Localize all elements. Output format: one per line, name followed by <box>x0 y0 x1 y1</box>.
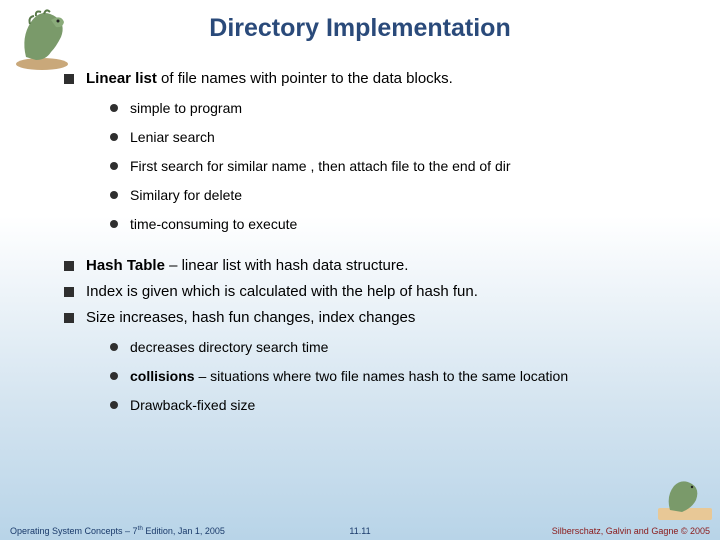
dinosaur-logo-top <box>6 2 78 72</box>
dot-bullet-icon <box>110 162 118 170</box>
subbullet: time-consuming to execute <box>110 215 678 234</box>
slide-title: Directory Implementation <box>0 0 720 69</box>
dot-bullet-icon <box>110 133 118 141</box>
dot-bullet-icon <box>110 372 118 380</box>
subbullet: Leniar search <box>110 128 678 147</box>
square-bullet-icon <box>64 287 74 297</box>
dot-bullet-icon <box>110 343 118 351</box>
square-bullet-icon <box>64 313 74 323</box>
subbullet: Drawback-fixed size <box>110 396 678 415</box>
bullet-size: Size increases, hash fun changes, index … <box>64 308 678 328</box>
bullet-linear-list: Linear list of file names with pointer t… <box>64 69 678 89</box>
slide-footer: Operating System Concepts – 7th Edition,… <box>0 525 720 536</box>
bullet-hash-table: Hash Table – linear list with hash data … <box>64 256 678 276</box>
slide-content: Linear list of file names with pointer t… <box>0 69 720 415</box>
footer-copyright: Silberschatz, Galvin and Gagne © 2005 <box>552 526 710 536</box>
subbullet: Similary for delete <box>110 186 678 205</box>
dot-bullet-icon <box>110 220 118 228</box>
footer-page-number: 11.11 <box>349 526 370 536</box>
dot-bullet-icon <box>110 191 118 199</box>
square-bullet-icon <box>64 261 74 271</box>
subbullet: decreases directory search time <box>110 338 678 357</box>
subbullet: First search for similar name , then att… <box>110 157 678 176</box>
subbullet: collisions – situations where two file n… <box>110 367 678 386</box>
bullet-index: Index is given which is calculated with … <box>64 282 678 302</box>
dinosaur-logo-bottom <box>656 474 714 522</box>
dot-bullet-icon <box>110 104 118 112</box>
dot-bullet-icon <box>110 401 118 409</box>
square-bullet-icon <box>64 74 74 84</box>
subbullet: simple to program <box>110 99 678 118</box>
footer-left: Operating System Concepts – 7th Edition,… <box>10 525 225 536</box>
